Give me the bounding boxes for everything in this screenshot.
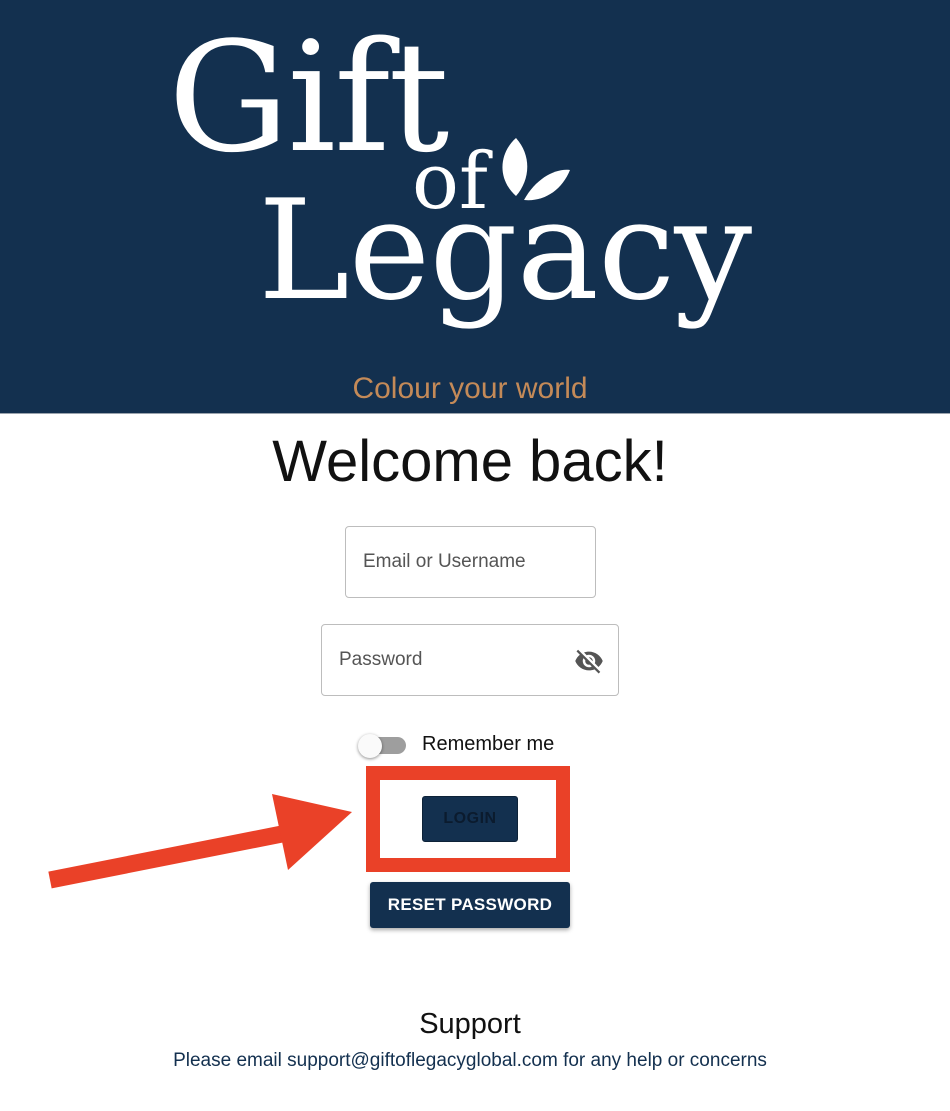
logo-line-gift: Gift (168, 9, 448, 186)
gift-of-legacy-logo: Gift of Legacy (168, 9, 753, 331)
login-page: Gift of Legacy Colour your world Welcome… (0, 0, 950, 1111)
password-field[interactable] (321, 624, 619, 696)
annotation-arrow-icon (48, 794, 352, 889)
reset-password-button[interactable]: RESET PASSWORD (370, 882, 570, 928)
eye-off-icon[interactable] (574, 646, 604, 676)
toggle-thumb (358, 734, 382, 758)
header-banner: Gift of Legacy Colour your world (0, 0, 950, 414)
support-message: Please email support@giftoflegacyglobal.… (173, 1050, 767, 1071)
logo-line-legacy: Legacy (258, 170, 752, 331)
support-heading: Support (419, 1008, 521, 1040)
login-button[interactable]: LOGIN (422, 796, 518, 842)
remember-me-toggle[interactable] (358, 734, 408, 758)
tagline: Colour your world (352, 372, 588, 405)
email-input[interactable] (363, 527, 583, 597)
remember-me-label: Remember me (422, 733, 555, 755)
welcome-heading: Welcome back! (272, 429, 668, 494)
password-input[interactable] (339, 625, 569, 695)
email-field[interactable] (345, 526, 596, 598)
